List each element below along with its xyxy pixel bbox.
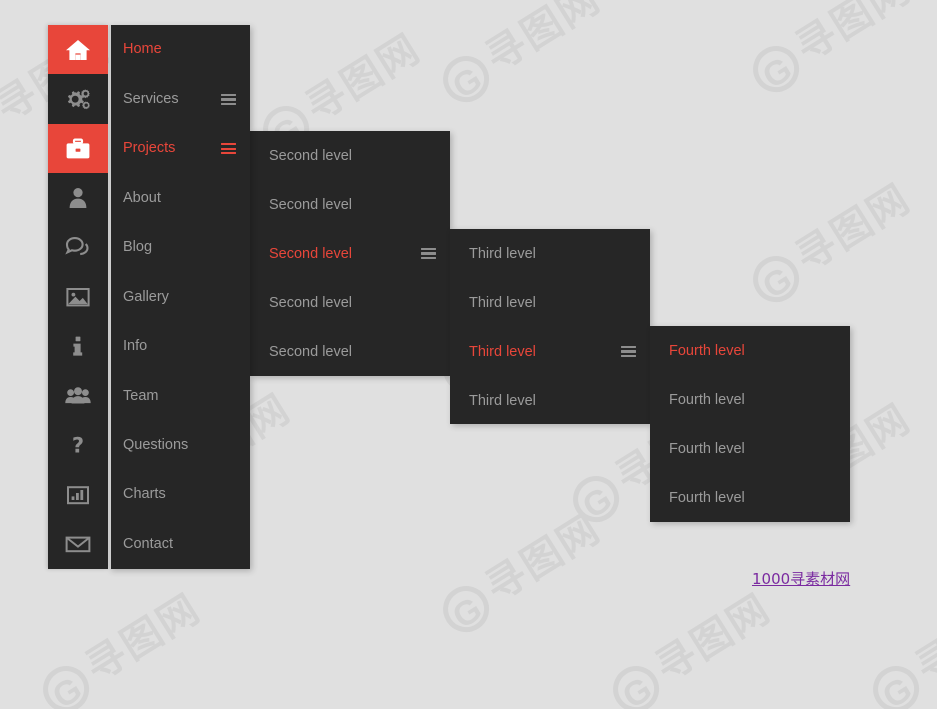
sidebar-item-label: Home [123,41,162,58]
sidebar-icon-charts[interactable] [48,470,108,519]
info-icon [70,334,86,358]
sidebar-item-label: Gallery [123,288,169,305]
sidebar-icon-about[interactable] [48,173,108,222]
sidebar-item-label: Info [123,338,148,355]
sidebar-icon-rail: ? [48,25,108,569]
sidebar-icon-gallery[interactable] [48,272,108,321]
hamburger-icon [421,248,436,260]
third-level-item-label: Third level [469,245,536,262]
third-level-item-1[interactable]: Third level [450,278,650,327]
sidebar-item-gallery[interactable]: Gallery [111,272,250,321]
sidebar-icon-home[interactable] [48,25,108,75]
watermark-text: G寻图网 [28,577,210,709]
third-level-item-2[interactable]: Third level [450,327,650,376]
sidebar-item-team[interactable]: Team [111,371,250,420]
envelope-icon [64,532,92,556]
sidebar-item-label: Charts [123,486,166,503]
sidebar-item-questions[interactable]: Questions [111,421,250,470]
fourth-level-item-label: Fourth level [669,391,745,408]
sidebar-icon-contact[interactable] [48,519,108,568]
hamburger-icon [621,346,636,358]
second-level-item-0[interactable]: Second level [250,131,450,180]
second-level-item-4[interactable]: Second level [250,327,450,376]
sidebar-item-info[interactable]: Info [111,322,250,371]
user-icon [66,186,90,210]
third-level-item-3[interactable]: Third level [450,376,650,425]
sidebar-item-label: Contact [123,535,173,552]
second-level-item-label: Second level [269,147,353,164]
sidebar-icon-services[interactable] [48,74,108,123]
third-level-item-0[interactable]: Third level [450,229,650,278]
sidebar-icon-info[interactable] [48,322,108,371]
fourth-level-item-label: Fourth level [669,440,745,457]
question-mark-icon: ? [69,433,87,458]
watermark-text: G寻图网 [428,0,610,112]
sidebar-item-about[interactable]: About [111,173,250,222]
sidebar-icon-projects[interactable] [48,123,108,174]
fourth-level-item-label: Fourth level [669,342,745,359]
watermark-text: G寻图网 [428,497,610,642]
comments-icon [64,235,92,259]
sidebar-item-home[interactable]: Home [111,25,250,74]
second-level-item-2[interactable]: Second level [250,229,450,278]
sidebar-item-contact[interactable]: Contact [111,519,250,568]
hamburger-icon [221,93,236,106]
sidebar-item-services[interactable]: Services [111,74,250,123]
sidebar-icon-team[interactable] [48,371,108,420]
third-level-item-label: Third level [469,294,536,311]
second-level-item-3[interactable]: Second level [250,278,450,327]
fourth-level-item-0[interactable]: Fourth level [650,326,850,375]
sidebar-item-label: Questions [123,436,189,453]
submenu-panel-second-level: Second level Second level Second level Seco… [250,131,450,376]
sidebar-item-blog[interactable]: Blog [111,223,250,272]
home-icon [65,38,91,62]
second-level-item-label: Second level [269,343,353,360]
sidebar-item-label: Services [123,90,179,107]
submenu-panel-fourth-level: Fourth level Fourth level Fourth level Four… [650,326,850,522]
sidebar-item-label: About [123,189,161,206]
watermark-text: G寻图网 [738,167,920,312]
second-level-item-label: Second level [269,245,353,262]
watermark-text: G寻图网 [738,0,920,102]
sidebar-item-projects[interactable]: Projects [111,124,250,173]
hamburger-icon [221,143,236,155]
sidebar-label-panel: Home Services Projects About Blog Gallery Info… [109,25,250,569]
image-icon [65,285,91,309]
sidebar-item-label: Projects [123,140,176,157]
group-icon [64,384,92,408]
second-level-item-label: Second level [269,294,353,311]
bar-chart-icon [65,483,91,507]
sidebar-icon-questions[interactable]: ? [48,421,108,470]
briefcase-icon [64,137,92,161]
fourth-level-item-2[interactable]: Fourth level [650,424,850,473]
sidebar-item-label: Team [123,387,159,404]
fourth-level-item-3[interactable]: Fourth level [650,473,850,522]
gears-icon [64,87,92,111]
fourth-level-item-1[interactable]: Fourth level [650,375,850,424]
third-level-item-label: Third level [469,392,536,409]
sidebar-item-label: Blog [123,239,153,256]
watermark-text: G寻图网 [598,577,780,709]
submenu-panel-third-level: Third level Third level Third level Third l… [450,229,650,424]
sidebar-icon-blog[interactable] [48,223,108,272]
watermark-text: G寻图网 [858,577,937,709]
third-level-item-label: Third level [469,343,536,360]
footer-watermark-link[interactable]: 1000寻素材网 [752,568,850,589]
second-level-item-1[interactable]: Second level [250,180,450,229]
fourth-level-item-label: Fourth level [669,489,745,506]
svg-text:?: ? [72,434,84,458]
second-level-item-label: Second level [269,196,353,213]
sidebar-item-charts[interactable]: Charts [111,470,250,519]
